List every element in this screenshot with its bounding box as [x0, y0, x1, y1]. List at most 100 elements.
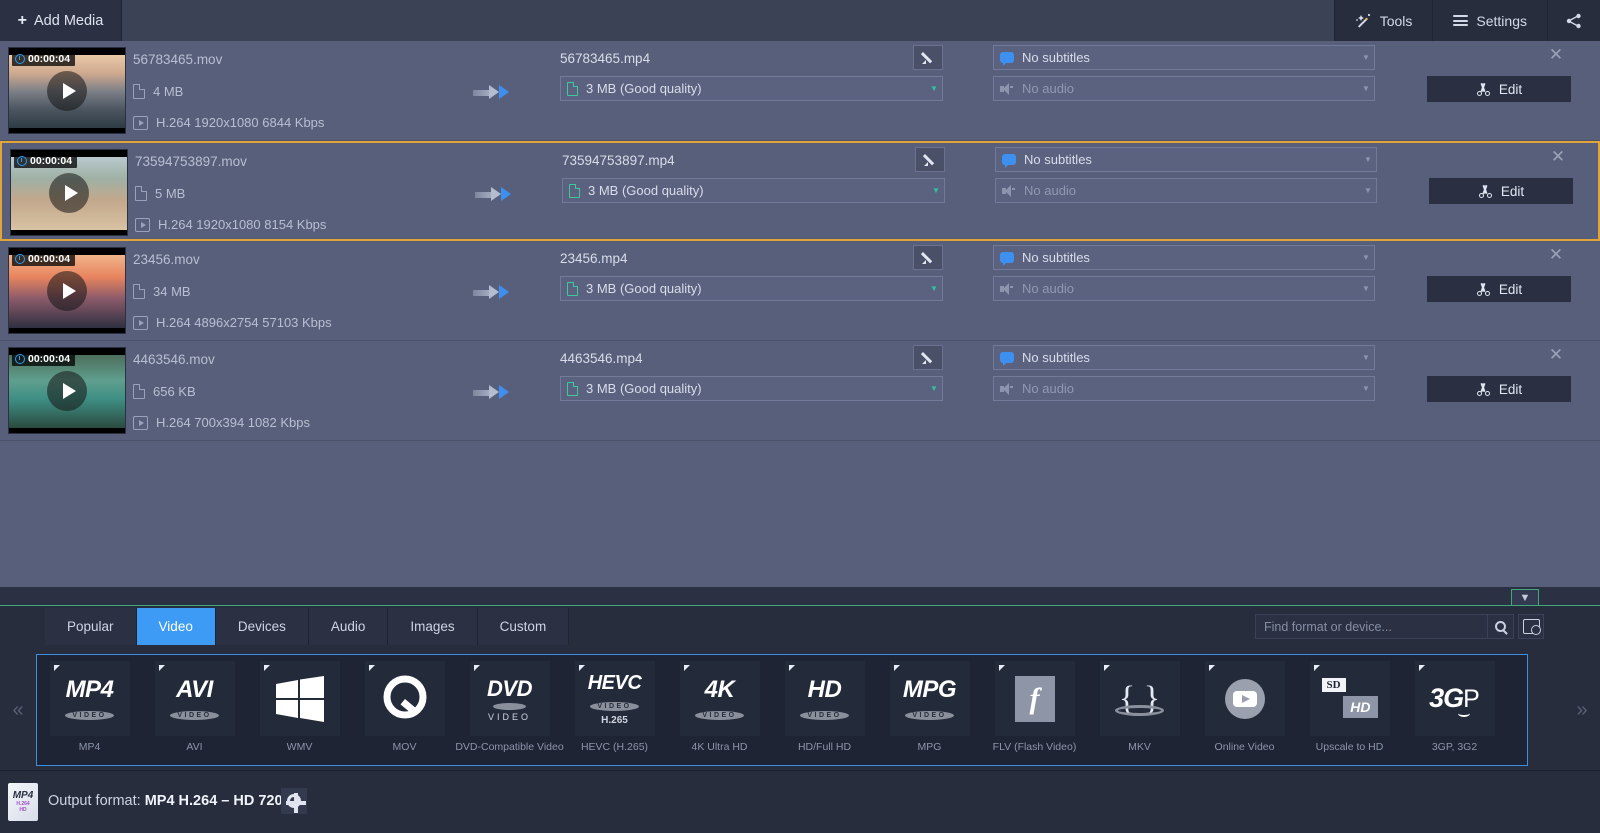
- video-thumbnail[interactable]: 00:00:04: [8, 47, 126, 134]
- codec-info: H.264 1920x1080 8154 Kbps: [135, 217, 326, 232]
- file-row[interactable]: 00:00:04 23456.mov 34 MB H.264 4896x2754…: [0, 241, 1600, 341]
- tab-popular[interactable]: Popular: [45, 608, 137, 645]
- quality-dropdown[interactable]: 3 MB (Good quality) ▼: [560, 76, 943, 101]
- audio-dropdown[interactable]: No audio ▼: [993, 76, 1375, 101]
- format-label: FLV (Flash Video): [992, 741, 1077, 753]
- remove-file-button[interactable]: ✕: [1548, 346, 1564, 364]
- format-tile-hevc-h-265[interactable]: HEVC VIDEO H.265 HEVC (H.265): [562, 655, 667, 765]
- file-size-info: 656 KB: [133, 384, 196, 399]
- format-scroll-right[interactable]: »: [1564, 654, 1600, 766]
- format-tile-mpg[interactable]: MPG VIDEO MPG: [877, 655, 982, 765]
- audio-dropdown[interactable]: No audio ▼: [995, 178, 1377, 203]
- tab-video[interactable]: Video: [136, 608, 216, 645]
- remove-file-button[interactable]: ✕: [1550, 148, 1566, 166]
- video-icon: [133, 415, 148, 430]
- add-media-label: Add Media: [34, 12, 104, 29]
- format-logo: [364, 661, 445, 736]
- search-button[interactable]: [1488, 614, 1514, 639]
- tools-button[interactable]: Tools: [1333, 0, 1433, 41]
- format-tile-mp4[interactable]: MP4 VIDEO MP4: [37, 655, 142, 765]
- format-logo: SD HD: [1309, 661, 1390, 736]
- format-tile-mov[interactable]: MOV: [352, 655, 457, 765]
- collapse-format-panel-button[interactable]: ▼: [1511, 589, 1539, 606]
- video-thumbnail[interactable]: 00:00:04: [8, 347, 126, 434]
- format-tile-mkv[interactable]: { } MKV: [1087, 655, 1192, 765]
- tab-images[interactable]: Images: [388, 608, 478, 645]
- corner-marker-icon: [1313, 665, 1320, 671]
- edit-button[interactable]: Edit: [1429, 178, 1573, 204]
- video-thumbnail[interactable]: 00:00:04: [8, 247, 126, 334]
- source-file-name: 23456.mov: [133, 252, 200, 267]
- format-tile-3gp-3g2[interactable]: 3GP 3GP, 3G2: [1402, 655, 1507, 765]
- format-tile-online-video[interactable]: Online Video: [1192, 655, 1297, 765]
- rename-output-button[interactable]: [913, 45, 943, 70]
- share-button[interactable]: [1547, 0, 1600, 41]
- audio-label: No audio: [1022, 281, 1075, 296]
- format-tile-hd-full-hd[interactable]: HD VIDEO HD/Full HD: [772, 655, 877, 765]
- format-tile-avi[interactable]: AVI VIDEO AVI: [142, 655, 247, 765]
- tab-custom[interactable]: Custom: [477, 608, 570, 645]
- remove-file-button[interactable]: ✕: [1548, 46, 1564, 64]
- chevron-down-icon: ▼: [1364, 155, 1372, 164]
- duration-badge: 00:00:04: [12, 351, 76, 366]
- format-panel: Popular Video Devices Audio Images Custom « »…: [0, 606, 1600, 770]
- quality-dropdown[interactable]: 3 MB (Good quality) ▼: [562, 178, 945, 203]
- rename-output-button[interactable]: [913, 345, 943, 370]
- subtitles-label: No subtitles: [1022, 250, 1090, 265]
- format-tile-dvd-compatible-video[interactable]: DVD VIDEO DVD-Compatible Video: [455, 655, 564, 765]
- audio-dropdown[interactable]: No audio ▼: [993, 376, 1375, 401]
- remove-file-button[interactable]: ✕: [1548, 246, 1564, 264]
- rename-output-button[interactable]: [913, 245, 943, 270]
- search-input[interactable]: [1255, 614, 1488, 639]
- add-media-button[interactable]: + Add Media: [0, 0, 122, 41]
- subtitles-dropdown[interactable]: No subtitles ▼: [993, 345, 1375, 370]
- format-logo: AVI VIDEO: [154, 661, 235, 736]
- rename-output-button[interactable]: [915, 147, 945, 172]
- duration-label: 00:00:04: [28, 352, 71, 365]
- subtitles-dropdown[interactable]: No subtitles ▼: [995, 147, 1377, 172]
- subtitles-dropdown[interactable]: No subtitles ▼: [993, 45, 1375, 70]
- format-tile-flv-flash-video[interactable]: f FLV (Flash Video): [982, 655, 1087, 765]
- clock-icon: [15, 353, 25, 364]
- quality-dropdown[interactable]: 3 MB (Good quality) ▼: [560, 276, 943, 301]
- subtitles-dropdown[interactable]: No subtitles ▼: [993, 245, 1375, 270]
- format-tile-upscale-to-hd[interactable]: SD HD Upscale to HD: [1297, 655, 1402, 765]
- tab-label: Video: [158, 619, 193, 634]
- output-format-icon: MP4 H.264 HD: [8, 783, 38, 821]
- file-size-info: 4 MB: [133, 84, 183, 99]
- file-size-label: 4 MB: [153, 84, 184, 99]
- audio-dropdown[interactable]: No audio ▼: [993, 276, 1375, 301]
- video-icon: [133, 315, 148, 330]
- duration-label: 00:00:04: [28, 52, 71, 65]
- format-tile-4k-ultra-hd[interactable]: 4K VIDEO 4K Ultra HD: [667, 655, 772, 765]
- file-green-icon: [569, 183, 580, 198]
- corner-marker-icon: [1418, 665, 1425, 671]
- video-thumbnail[interactable]: 00:00:04: [10, 149, 128, 236]
- file-row[interactable]: 00:00:04 4463546.mov 656 KB H.264 700x39…: [0, 341, 1600, 441]
- document-icon: [133, 384, 145, 399]
- file-list: 00:00:04 56783465.mov 4 MB H.264 1920x10…: [0, 41, 1600, 603]
- output-settings-button[interactable]: [281, 788, 307, 814]
- file-size-info: 34 MB: [133, 284, 191, 299]
- top-toolbar: + Add Media Tools Settings: [0, 0, 1600, 41]
- edit-button[interactable]: Edit: [1427, 76, 1571, 102]
- quality-dropdown[interactable]: 3 MB (Good quality) ▼: [560, 376, 943, 401]
- settings-button[interactable]: Settings: [1432, 0, 1547, 41]
- file-row[interactable]: 00:00:04 73594753897.mov 5 MB H.264 1920…: [0, 141, 1600, 241]
- device-search-button[interactable]: [1518, 614, 1544, 639]
- subtitle-bubble-icon: [1000, 252, 1014, 266]
- format-scroll-left[interactable]: «: [0, 654, 36, 766]
- edit-button[interactable]: Edit: [1427, 276, 1571, 302]
- corner-marker-icon: [893, 665, 900, 671]
- edit-button[interactable]: Edit: [1427, 376, 1571, 402]
- file-row[interactable]: 00:00:04 56783465.mov 4 MB H.264 1920x10…: [0, 41, 1600, 141]
- tab-devices[interactable]: Devices: [215, 608, 309, 645]
- format-tile-wmv[interactable]: WMV: [247, 655, 352, 765]
- format-logo: MPG VIDEO: [889, 661, 970, 736]
- corner-marker-icon: [1103, 665, 1110, 671]
- scissors-icon: [1476, 382, 1491, 396]
- tab-audio[interactable]: Audio: [308, 608, 389, 645]
- format-logo: { }: [1099, 661, 1180, 736]
- chevron-down-icon: ▼: [1362, 84, 1370, 93]
- file-size-label: 656 KB: [153, 384, 196, 399]
